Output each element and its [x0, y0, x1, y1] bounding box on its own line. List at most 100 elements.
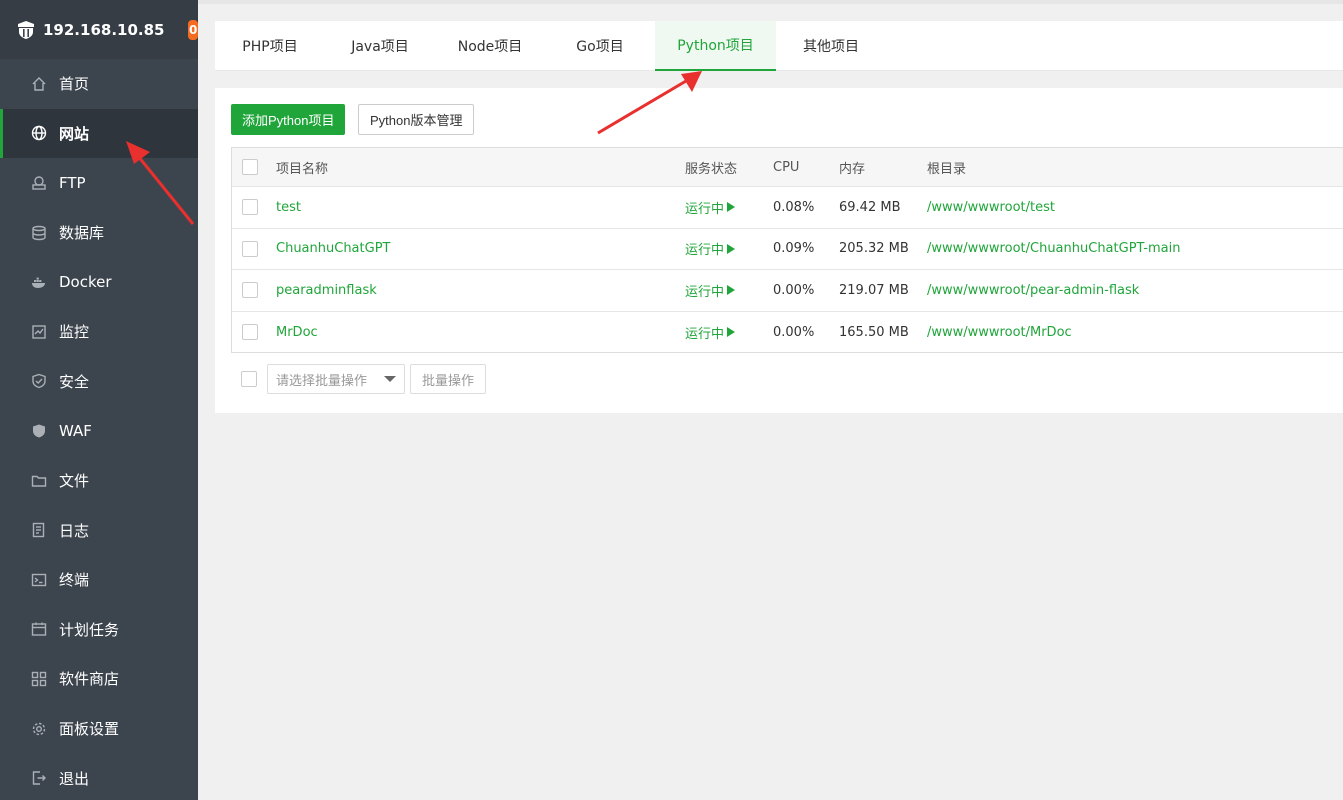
project-table: 项目名称 服务状态 CPU 内存 根目录 test 运行中 0.08% 69.42 M…: [231, 147, 1343, 354]
batch-select-placeholder: 请选择批量操作: [276, 373, 368, 389]
home-icon: [30, 75, 48, 93]
docker-icon: [30, 273, 48, 291]
sidebar-item[interactable]: 数据库: [0, 208, 198, 258]
project-status[interactable]: 运行中: [685, 281, 736, 300]
apps-icon: [30, 670, 48, 688]
tab-project-type[interactable]: Node项目: [435, 21, 545, 71]
sidebar-item-label: 首页: [59, 75, 90, 94]
shield-check-icon: [30, 372, 48, 390]
project-cpu: 0.08%: [773, 199, 815, 215]
sidebar-item[interactable]: 终端: [0, 555, 198, 605]
select-all-checkbox[interactable]: [242, 159, 258, 175]
terminal-icon: [30, 571, 48, 589]
batch-action-select[interactable]: 请选择批量操作: [267, 364, 405, 394]
batch-select-checkbox[interactable]: [241, 371, 257, 387]
row-checkbox[interactable]: [242, 240, 258, 257]
batch-action-button[interactable]: 批量操作: [410, 364, 487, 394]
header-root: 根目录: [927, 161, 967, 177]
project-memory: 69.42 MB: [839, 199, 901, 215]
sidebar-menu: 首页网站 FTP 数据库 Docker 监控安全 WAF 文件日志终端计划任务软件商店面板设…: [0, 59, 198, 800]
project-root-link[interactable]: /www/wwwroot/pear-admin-flask: [927, 283, 1139, 298]
waf-shield-icon: [30, 422, 48, 440]
status-text: 运行中: [685, 243, 725, 259]
add-python-project-button[interactable]: 添加Python项目: [231, 104, 346, 135]
header-status[interactable]: 服务状态: [685, 158, 737, 177]
project-panel: 添加Python项目 Python版本管理 项目名称 服务状态 CPU 内存 根…: [215, 88, 1343, 413]
sidebar-item[interactable]: FTP: [0, 158, 198, 208]
project-status[interactable]: 运行中: [685, 239, 736, 259]
logout-icon: [30, 769, 48, 787]
server-logo-icon: [17, 20, 35, 40]
table-header-row: 项目名称 服务状态 CPU 内存 根目录: [232, 148, 1343, 186]
sidebar-item-label: 日志: [59, 521, 90, 540]
project-memory: 219.07 MB: [839, 282, 909, 298]
sidebar-header: 192.168.10.85 0: [0, 0, 198, 59]
sidebar-item[interactable]: 网站: [0, 108, 198, 159]
sidebar-item[interactable]: 首页: [0, 59, 198, 109]
header-cpu[interactable]: CPU: [773, 160, 799, 175]
project-name-link[interactable]: ChuanhuChatGPT: [276, 241, 390, 256]
sidebar-item-label: 安全: [59, 372, 90, 391]
project-root-link[interactable]: /www/wwwroot/ChuanhuChatGPT-main: [927, 241, 1180, 256]
sidebar-item[interactable]: 面板设置: [0, 704, 198, 754]
tab-project-type[interactable]: PHP项目: [215, 21, 325, 71]
project-name-link[interactable]: test: [276, 200, 301, 215]
project-cpu: 0.00%: [773, 282, 815, 298]
sidebar-item[interactable]: 软件商店: [0, 654, 198, 704]
table-row: MrDoc 运行中 0.00% 165.50 MB/www/wwwroot/MrDoc: [232, 310, 1343, 353]
status-text: 运行中: [685, 284, 725, 300]
play-icon: [727, 243, 736, 254]
header-memory[interactable]: 内存: [839, 158, 865, 177]
sidebar-item-label: 网站: [59, 124, 90, 143]
batch-bar: 请选择批量操作 批量操作: [231, 364, 487, 394]
sidebar-item[interactable]: 日志: [0, 505, 198, 555]
sidebar-item[interactable]: WAF: [0, 406, 198, 456]
row-checkbox[interactable]: [242, 199, 258, 216]
sidebar-item[interactable]: 文件: [0, 456, 198, 506]
python-version-manage-button[interactable]: Python版本管理: [358, 104, 475, 135]
gear-icon: [30, 720, 48, 738]
tab-project-type[interactable]: Python项目: [655, 21, 776, 71]
sidebar-item[interactable]: 监控: [0, 307, 198, 357]
project-memory: 165.50 MB: [839, 324, 909, 340]
project-cpu: 0.00%: [773, 324, 815, 340]
sidebar-item-label: Docker: [59, 273, 112, 292]
play-icon: [727, 285, 736, 296]
ftp-icon: [30, 174, 48, 192]
tab-project-type[interactable]: 其他项目: [776, 21, 886, 71]
project-status[interactable]: 运行中: [685, 198, 736, 217]
sidebar: 192.168.10.85 0 首页网站 FTP 数据库 Docker 监控安全 WAF 文…: [0, 0, 198, 800]
server-ip[interactable]: 192.168.10.85: [43, 21, 164, 39]
table-row: pearadminflask 运行中 0.00% 219.07 MB/www/wwwr…: [232, 269, 1343, 311]
project-name-link[interactable]: MrDoc: [276, 325, 318, 340]
tab-project-type[interactable]: Java项目: [325, 21, 435, 71]
sidebar-item[interactable]: 安全: [0, 357, 198, 407]
sidebar-item[interactable]: Docker: [0, 257, 198, 307]
sidebar-item-label: 软件商店: [59, 670, 120, 689]
folder-icon: [30, 472, 48, 490]
row-checkbox[interactable]: [242, 282, 258, 299]
chevron-down-icon: [384, 376, 396, 382]
table-body: test 运行中 0.08% 69.42 MB/www/wwwroot/test Chu…: [232, 186, 1343, 352]
sidebar-item[interactable]: 退出: [0, 753, 198, 800]
table-row: ChuanhuChatGPT 运行中 0.09% 205.32 MB/www/wwwr…: [232, 227, 1343, 270]
sidebar-item-label: 退出: [59, 769, 90, 788]
sidebar-item-label: 监控: [59, 323, 90, 342]
notification-badge[interactable]: 0: [188, 19, 198, 40]
project-name-link[interactable]: pearadminflask: [276, 283, 377, 298]
project-status[interactable]: 运行中: [685, 323, 736, 342]
project-cpu: 0.09%: [773, 241, 815, 257]
database-icon: [30, 224, 48, 242]
status-text: 运行中: [685, 201, 725, 217]
top-divider: [198, 0, 1343, 4]
sidebar-item[interactable]: 计划任务: [0, 605, 198, 655]
tab-project-type[interactable]: Go项目: [545, 21, 655, 71]
project-root-link[interactable]: /www/wwwroot/MrDoc: [927, 325, 1072, 340]
project-root-link[interactable]: /www/wwwroot/test: [927, 200, 1055, 215]
monitor-icon: [30, 323, 48, 341]
sidebar-item-label: 终端: [59, 571, 90, 590]
header-name: 项目名称: [276, 161, 329, 177]
globe-icon: [30, 124, 48, 142]
row-checkbox[interactable]: [242, 324, 258, 341]
sidebar-item-label: 面板设置: [59, 720, 120, 739]
